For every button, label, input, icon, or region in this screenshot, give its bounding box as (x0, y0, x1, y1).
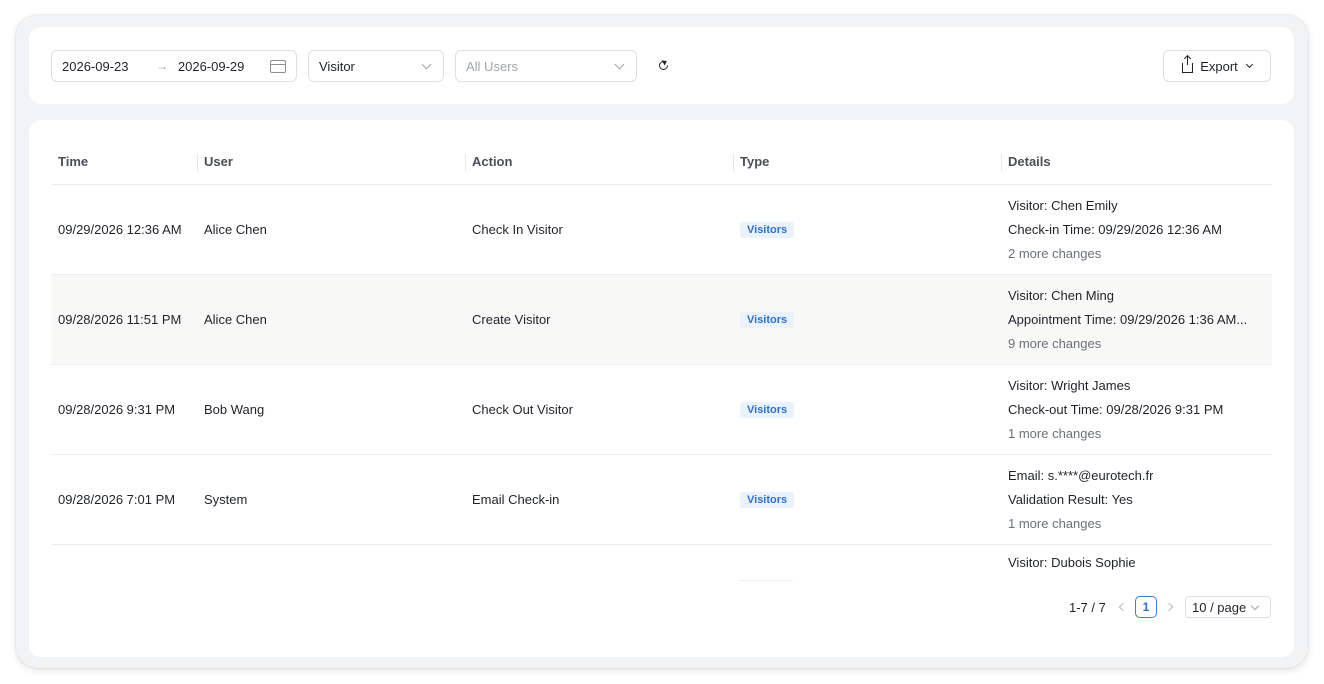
cell-user: Alice Chen (204, 222, 267, 237)
page-size-value: 10 / page (1192, 599, 1247, 615)
cell-type: Visitors (733, 185, 1001, 274)
date-range-picker[interactable]: 2026-09-23 → 2026-09-29 (51, 50, 297, 82)
cell-user: Alice Chen (204, 312, 267, 327)
type-select[interactable]: Visitor (308, 50, 444, 82)
table-row[interactable]: 09/28/2026 11:51 PM Alice Chen Create Vi… (51, 275, 1272, 365)
type-badge-partial (740, 580, 793, 581)
table-body: 09/29/2026 12:36 AM Alice Chen Check In … (51, 185, 1272, 605)
detail-line: Check-out Time: 09/28/2026 9:31 PM (1008, 401, 1224, 417)
pagination: 1-7 / 7 1 10 / page (29, 596, 1272, 620)
column-header-time: Time (58, 154, 89, 169)
type-badge: Visitors (740, 401, 795, 418)
cell-type: Visitors (733, 455, 1001, 544)
table-row[interactable]: 09/29/2026 12:36 AM Alice Chen Check In … (51, 185, 1272, 275)
users-select[interactable]: All Users (455, 50, 637, 82)
more-changes-link[interactable]: 9 more changes (1008, 332, 1101, 356)
audit-log-table: Time User Action Type Details 09/29/2026… (29, 120, 1294, 657)
app-window: 2026-09-23 → 2026-09-29 Visitor All User… (16, 15, 1308, 668)
chevron-down-icon (614, 59, 625, 69)
page-button-current[interactable]: 1 (1135, 596, 1157, 618)
date-end-input[interactable]: 2026-09-29 (178, 59, 268, 74)
share-export-icon (1182, 55, 1194, 73)
table-row[interactable]: 09/28/2026 7:01 PM System Email Check-in… (51, 455, 1272, 545)
cell-type: Visitors (733, 365, 1001, 454)
cell-user: System (204, 492, 248, 507)
type-badge: Visitors (740, 491, 795, 508)
table-row[interactable]: 09/28/2026 9:31 PM Bob Wang Check Out Vi… (51, 365, 1272, 455)
cell-action: Check In Visitor (472, 222, 563, 237)
column-header-action: Action (465, 140, 733, 184)
export-button[interactable]: Export (1163, 50, 1271, 82)
pagination-range: 1-7 / 7 (1069, 600, 1106, 615)
cell-details: Visitor: Chen Emily Check-in Time: 09/29… (1001, 185, 1272, 274)
cell-action: Check Out Visitor (472, 402, 573, 417)
detail-line: Visitor: Dubois Sophie (1008, 555, 1136, 570)
chevron-down-icon (1250, 601, 1260, 610)
refresh-icon[interactable] (656, 58, 670, 72)
detail-line: Validation Result: Yes (1008, 491, 1133, 507)
chevron-right-icon[interactable] (1164, 602, 1174, 612)
cell-details: Visitor: Wright James Check-out Time: 09… (1001, 365, 1272, 454)
detail-line: Check-in Time: 09/29/2026 12:36 AM (1008, 221, 1222, 237)
chevron-down-icon (421, 59, 432, 69)
table-header: Time User Action Type Details (51, 140, 1272, 185)
column-header-user: User (197, 140, 465, 184)
page-size-select[interactable]: 10 / page (1185, 596, 1271, 618)
cell-user: Bob Wang (204, 402, 265, 417)
filter-toolbar: 2026-09-23 → 2026-09-29 Visitor All User… (29, 27, 1294, 104)
cell-time: 09/28/2026 11:51 PM (58, 311, 182, 327)
date-start-input[interactable]: 2026-09-23 (62, 59, 146, 74)
users-select-placeholder: All Users (466, 58, 519, 74)
cell-details: Visitor: Chen Ming Appointment Time: 09/… (1001, 275, 1272, 364)
column-header-type: Type (733, 140, 1001, 184)
chevron-left-icon[interactable] (1118, 602, 1128, 612)
more-changes-link[interactable]: 2 more changes (1008, 242, 1101, 266)
cell-time: 09/28/2026 9:31 PM (58, 401, 176, 417)
type-badge: Visitors (740, 221, 795, 238)
cell-action: Email Check-in (472, 492, 560, 507)
column-header-details: Details (1001, 140, 1272, 184)
date-range-arrow-icon: → (156, 59, 169, 73)
cell-type: Visitors (733, 275, 1001, 364)
detail-line: Appointment Time: 09/29/2026 1:36 AM... (1008, 311, 1248, 327)
detail-line: Visitor: Wright James (1008, 377, 1131, 393)
calendar-icon[interactable] (270, 59, 286, 73)
export-label: Export (1200, 58, 1238, 74)
more-changes-link[interactable]: 1 more changes (1008, 512, 1101, 536)
cell-details: Email: s.****@eurotech.fr Validation Res… (1001, 455, 1272, 544)
chevron-down-icon (1245, 60, 1253, 69)
detail-line: Email: s.****@eurotech.fr (1008, 467, 1154, 483)
type-badge: Visitors (740, 311, 795, 328)
type-select-value: Visitor (319, 58, 355, 74)
cell-time: 09/28/2026 7:01 PM (58, 491, 176, 507)
detail-line: Visitor: Chen Ming (1008, 287, 1114, 303)
cell-action: Create Visitor (472, 312, 551, 327)
more-changes-link[interactable]: 1 more changes (1008, 422, 1101, 446)
cell-time: 09/29/2026 12:36 AM (58, 221, 182, 237)
detail-line: Visitor: Chen Emily (1008, 197, 1118, 213)
